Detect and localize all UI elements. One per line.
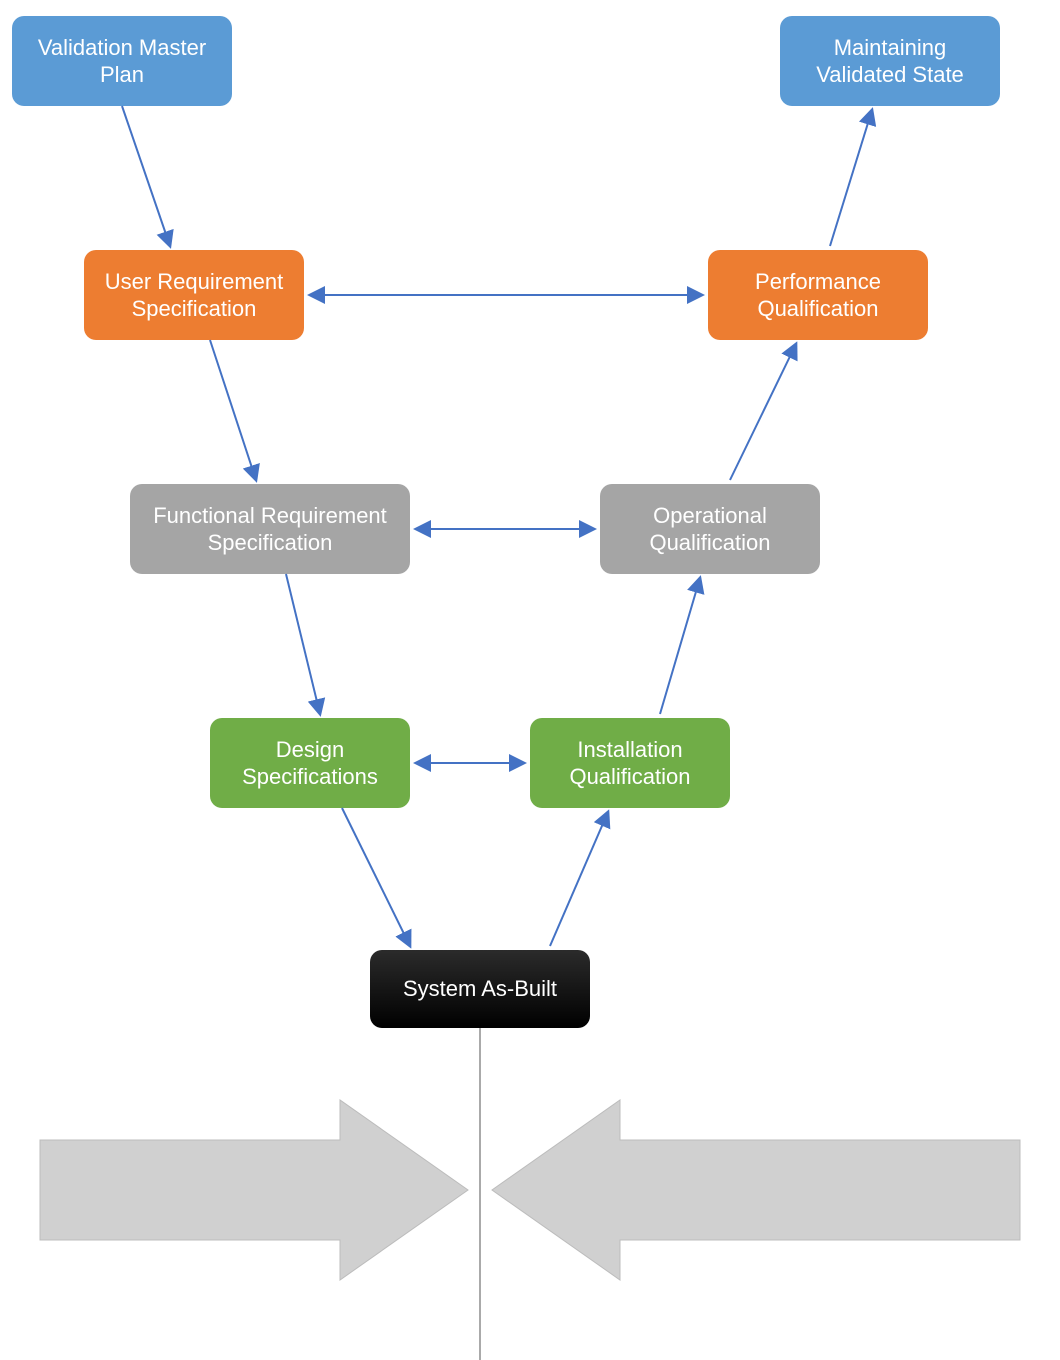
arrow-ds-to-built [342, 808, 410, 946]
arrow-pq-to-mvs [830, 110, 872, 246]
box-system-as-built: System As-Built [370, 950, 590, 1028]
box-label: MaintainingValidated State [816, 34, 964, 89]
box-label: InstallationQualification [569, 736, 690, 791]
arrow-iq-to-oq [660, 578, 700, 714]
diagram-connectors [0, 0, 1060, 1360]
box-user-requirement-spec: User RequirementSpecification [84, 250, 304, 340]
arrow-built-to-iq [550, 812, 608, 946]
arrow-vmp-to-urs [122, 106, 170, 246]
results-label: RESULTS [695, 1168, 888, 1211]
box-performance-qualification: PerformanceQualification [708, 250, 928, 340]
box-label: OperationalQualification [649, 502, 770, 557]
box-label: Validation MasterPlan [38, 34, 206, 89]
box-installation-qualification: InstallationQualification [530, 718, 730, 808]
box-design-specifications: DesignSpecifications [210, 718, 410, 808]
box-label: User RequirementSpecification [105, 268, 284, 323]
box-label: System As-Built [403, 975, 557, 1003]
box-label: PerformanceQualification [755, 268, 881, 323]
box-validation-master-plan: Validation MasterPlan [12, 16, 232, 106]
box-functional-requirement-spec: Functional RequirementSpecification [130, 484, 410, 574]
box-label: DesignSpecifications [242, 736, 378, 791]
arrow-oq-to-pq [730, 344, 796, 480]
box-maintaining-validated-state: MaintainingValidated State [780, 16, 1000, 106]
arrow-frs-to-ds [286, 574, 320, 714]
box-label: Functional RequirementSpecification [153, 502, 387, 557]
arrow-urs-to-frs [210, 340, 256, 480]
plan-label: PLAN [155, 1168, 266, 1211]
box-operational-qualification: OperationalQualification [600, 484, 820, 574]
